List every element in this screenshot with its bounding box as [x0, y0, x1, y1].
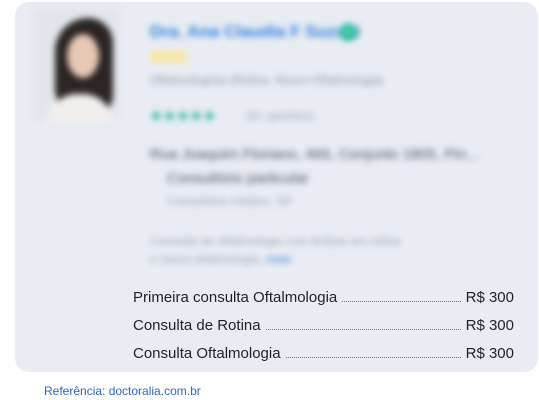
doctor-specialty: Oftalmologista (Retina, Neuro-Oftalmolog…	[150, 73, 384, 87]
price-row: Consulta Oftalmologia R$ 300	[133, 342, 514, 362]
status-badge	[150, 51, 188, 63]
reference-link[interactable]: Referência: doctoralia.com.br	[44, 384, 201, 398]
price-label: Consulta de Rotina	[133, 317, 261, 334]
price-leader-dots	[265, 329, 461, 330]
description-more-link[interactable]: mais	[266, 252, 291, 266]
price-leader-dots	[285, 357, 461, 358]
photo-face	[67, 34, 99, 78]
address-line-3: Consultório médico, SP	[167, 194, 293, 208]
price-value: R$ 300	[465, 345, 514, 362]
price-leader-dots	[342, 301, 461, 302]
description-line-2: e neuro-oftalmologia, mais	[150, 252, 291, 266]
doctor-photo[interactable]	[33, 8, 119, 122]
price-row: Primeira consulta Oftalmologia R$ 300	[133, 286, 514, 306]
reviews-count[interactable]: (41 opiniões)	[245, 109, 314, 123]
price-value: R$ 300	[465, 289, 514, 306]
price-label: Primeira consulta Oftalmologia	[133, 289, 338, 306]
price-label: Consulta Oftalmologia	[133, 345, 281, 362]
rating-stars-icon: ★★★★★	[149, 108, 217, 125]
price-row: Consulta de Rotina R$ 300	[133, 314, 514, 334]
verified-check-icon: ✓	[340, 24, 357, 41]
price-value: R$ 300	[465, 317, 514, 334]
description-text: e neuro-oftalmologia,	[150, 252, 263, 266]
address-line-1: Rua Joaquim Floriano, 466, Conjunto 1805…	[150, 146, 479, 163]
doctor-name[interactable]: Dra. Ana Claudia F Suzuki	[150, 22, 360, 42]
description-line-1: Consulta de oftalmologia com ênfase em r…	[150, 234, 401, 248]
address-line-2: Consultório particular	[167, 170, 309, 187]
